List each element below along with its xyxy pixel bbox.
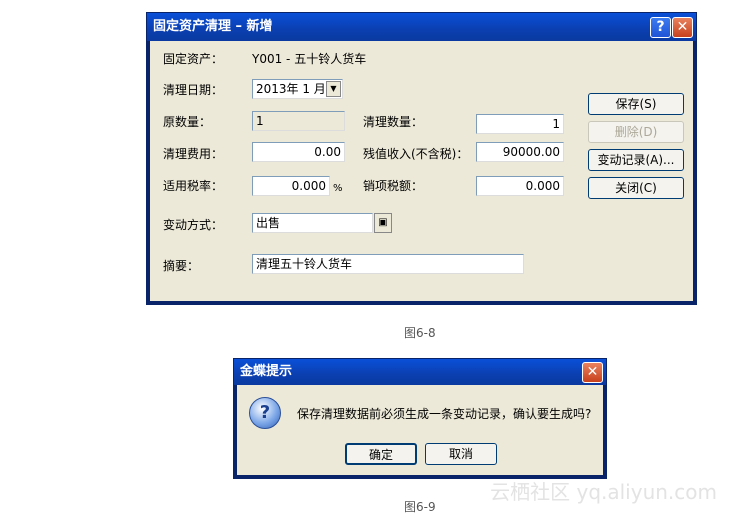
asset-label: 固定资产：	[163, 52, 224, 66]
residual-label: 残值收入(不含税)：	[363, 147, 469, 161]
caption-figure-6-8: 图6-8	[404, 326, 436, 340]
close-button[interactable]: 关闭(C)	[588, 177, 684, 199]
date-picker[interactable]: 2013年 1 月13 ▼	[252, 79, 343, 99]
cancel-button[interactable]: 取消	[425, 443, 497, 465]
output-tax-label: 销项税额：	[363, 179, 424, 193]
asset-value: Y001 - 五十铃人货车	[252, 52, 367, 66]
delete-button[interactable]: 删除(D)	[588, 121, 684, 143]
clear-qty-label: 清理数量：	[363, 115, 424, 129]
confirm-title: 金蝶提示	[234, 359, 606, 385]
close-icon[interactable]: ✕	[582, 362, 603, 383]
summary-field[interactable]: 清理五十铃人货车	[252, 254, 524, 274]
tax-rate-field[interactable]: 0.000	[252, 176, 330, 196]
fixed-asset-clear-dialog: 固定资产清理 – 新增 ? ✕ 固定资产： Y001 - 五十铃人货车 清理日期…	[146, 12, 697, 305]
date-label: 清理日期：	[163, 83, 224, 97]
confirm-body: ? 保存清理数据前必须生成一条变动记录，确认要生成吗? 确定 取消	[237, 385, 603, 475]
orig-qty-field: 1	[252, 111, 345, 131]
dialog-body: 固定资产： Y001 - 五十铃人货车 清理日期： 2013年 1 月13 ▼ …	[150, 41, 693, 301]
lookup-icon[interactable]: ▣	[374, 213, 392, 233]
percent-unit: %	[333, 183, 343, 194]
close-icon[interactable]: ✕	[672, 17, 693, 38]
residual-field[interactable]: 90000.00	[476, 142, 564, 162]
summary-label: 摘要：	[163, 259, 200, 273]
clear-qty-field[interactable]: 1	[476, 114, 564, 134]
change-method-label: 变动方式：	[163, 218, 224, 232]
help-icon[interactable]: ?	[650, 17, 671, 38]
clear-fee-label: 清理费用：	[163, 147, 224, 161]
clear-fee-field[interactable]: 0.00	[252, 142, 345, 162]
confirm-message: 保存清理数据前必须生成一条变动记录，确认要生成吗?	[297, 407, 592, 421]
orig-qty-label: 原数量：	[163, 115, 212, 129]
watermark: 云栖社区 yq.aliyun.com	[490, 480, 717, 504]
chevron-down-icon[interactable]: ▼	[326, 81, 341, 97]
question-icon: ?	[249, 397, 281, 429]
change-method-field[interactable]: 出售	[252, 213, 373, 233]
change-record-button[interactable]: 变动记录(A)...	[588, 149, 684, 171]
ok-button[interactable]: 确定	[345, 443, 417, 465]
dialog-title: 固定资产清理 – 新增	[147, 13, 696, 41]
confirm-dialog: 金蝶提示 ✕ ? 保存清理数据前必须生成一条变动记录，确认要生成吗? 确定 取消	[233, 358, 607, 479]
caption-figure-6-9: 图6-9	[404, 500, 436, 514]
tax-rate-label: 适用税率：	[163, 179, 224, 193]
output-tax-field[interactable]: 0.000	[476, 176, 564, 196]
save-button[interactable]: 保存(S)	[588, 93, 684, 115]
